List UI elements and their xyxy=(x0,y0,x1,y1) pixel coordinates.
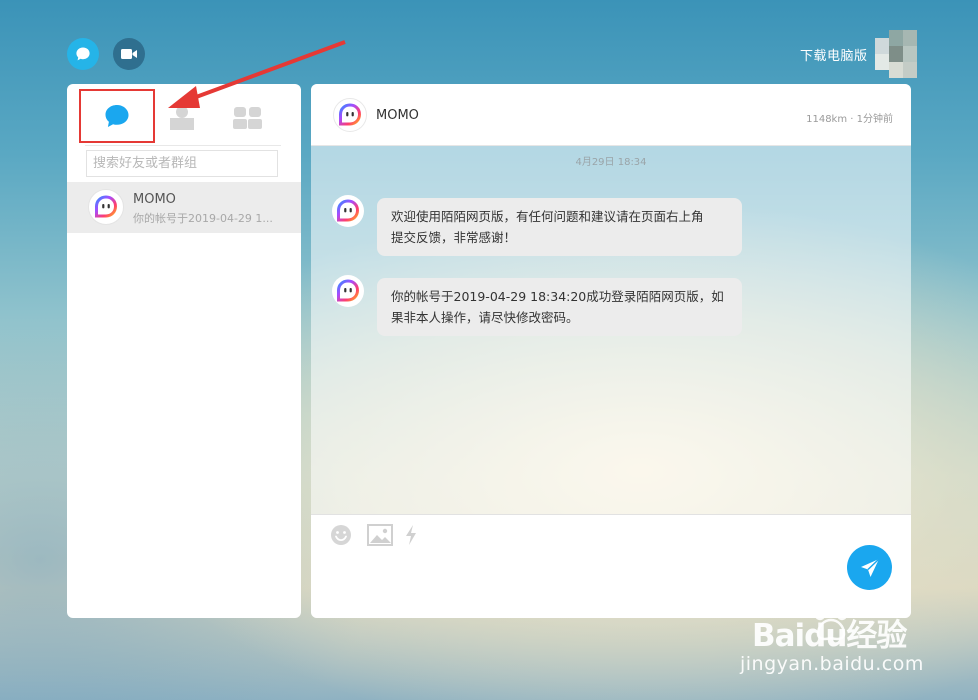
watermark-url: jingyan.baidu.com xyxy=(740,653,924,675)
momo-avatar xyxy=(88,189,124,225)
emoji-icon xyxy=(331,525,351,545)
quick-action-button[interactable] xyxy=(404,524,418,546)
momo-logo-icon xyxy=(337,199,360,222)
chat-bubble-icon xyxy=(105,105,129,127)
top-video-button[interactable] xyxy=(113,38,145,70)
contact-avatar[interactable] xyxy=(333,98,367,132)
chat-bubble-icon xyxy=(76,47,90,61)
search-field[interactable] xyxy=(86,150,278,177)
conversation-item[interactable]: MOMO 你的帐号于2019-04-29 1... xyxy=(67,182,301,233)
message-line: 欢迎使用陌陌网页版，有任何问题和建议请在页面右上角 xyxy=(391,209,704,224)
user-avatar[interactable] xyxy=(875,30,917,78)
image-icon xyxy=(367,524,393,546)
date-separator: 4月29日 18:34 xyxy=(575,157,647,168)
contact-meta: 1148km · 1分钟前 xyxy=(806,114,893,125)
message-avatar[interactable] xyxy=(332,275,364,307)
send-button[interactable] xyxy=(847,545,892,590)
momo-logo-icon xyxy=(339,103,362,126)
video-camera-icon xyxy=(121,49,137,59)
tab-divider xyxy=(85,145,281,146)
message-line: 提交反馈，非常感谢！ xyxy=(391,230,517,245)
top-chat-button[interactable] xyxy=(67,38,99,70)
conversation-name: MOMO xyxy=(133,192,176,207)
baidu-watermark: Baidu经验 jingyan.baidu.com xyxy=(740,596,972,686)
tab-chats[interactable] xyxy=(79,89,155,143)
momo-logo-icon xyxy=(337,279,360,302)
chat-window: MOMO 1148km · 1分钟前 4月29日 18:34 欢迎使用陌陌网页版… xyxy=(311,84,911,618)
message-avatar[interactable] xyxy=(332,195,364,227)
lightning-icon xyxy=(406,525,416,545)
contact-name: MOMO xyxy=(376,108,419,123)
image-button[interactable] xyxy=(367,524,393,546)
search-input[interactable] xyxy=(87,151,277,176)
conversation-sidebar: MOMO 你的帐号于2019-04-29 1... xyxy=(67,84,301,618)
paper-plane-icon xyxy=(860,557,880,577)
watermark-brand: Baidu经验 xyxy=(752,618,907,654)
conversation-preview: 你的帐号于2019-04-29 1... xyxy=(133,212,273,225)
message-bubble: 你的帐号于2019-04-29 18:34:20成功登录陌陌网页版，如 果非本人… xyxy=(377,278,742,336)
emoji-button[interactable] xyxy=(330,524,352,546)
message-line: 果非本人操作，请尽快修改密码。 xyxy=(391,310,579,325)
chat-header: MOMO 1148km · 1分钟前 xyxy=(311,84,911,146)
message-bubble: 欢迎使用陌陌网页版，有任何问题和建议请在页面右上角 提交反馈，非常感谢！ xyxy=(377,198,742,256)
download-desktop-link[interactable]: 下载电脑版 xyxy=(800,45,868,64)
message-line: 你的帐号于2019-04-29 18:34:20成功登录陌陌网页版，如 xyxy=(391,289,724,304)
momo-logo-icon xyxy=(95,195,118,218)
